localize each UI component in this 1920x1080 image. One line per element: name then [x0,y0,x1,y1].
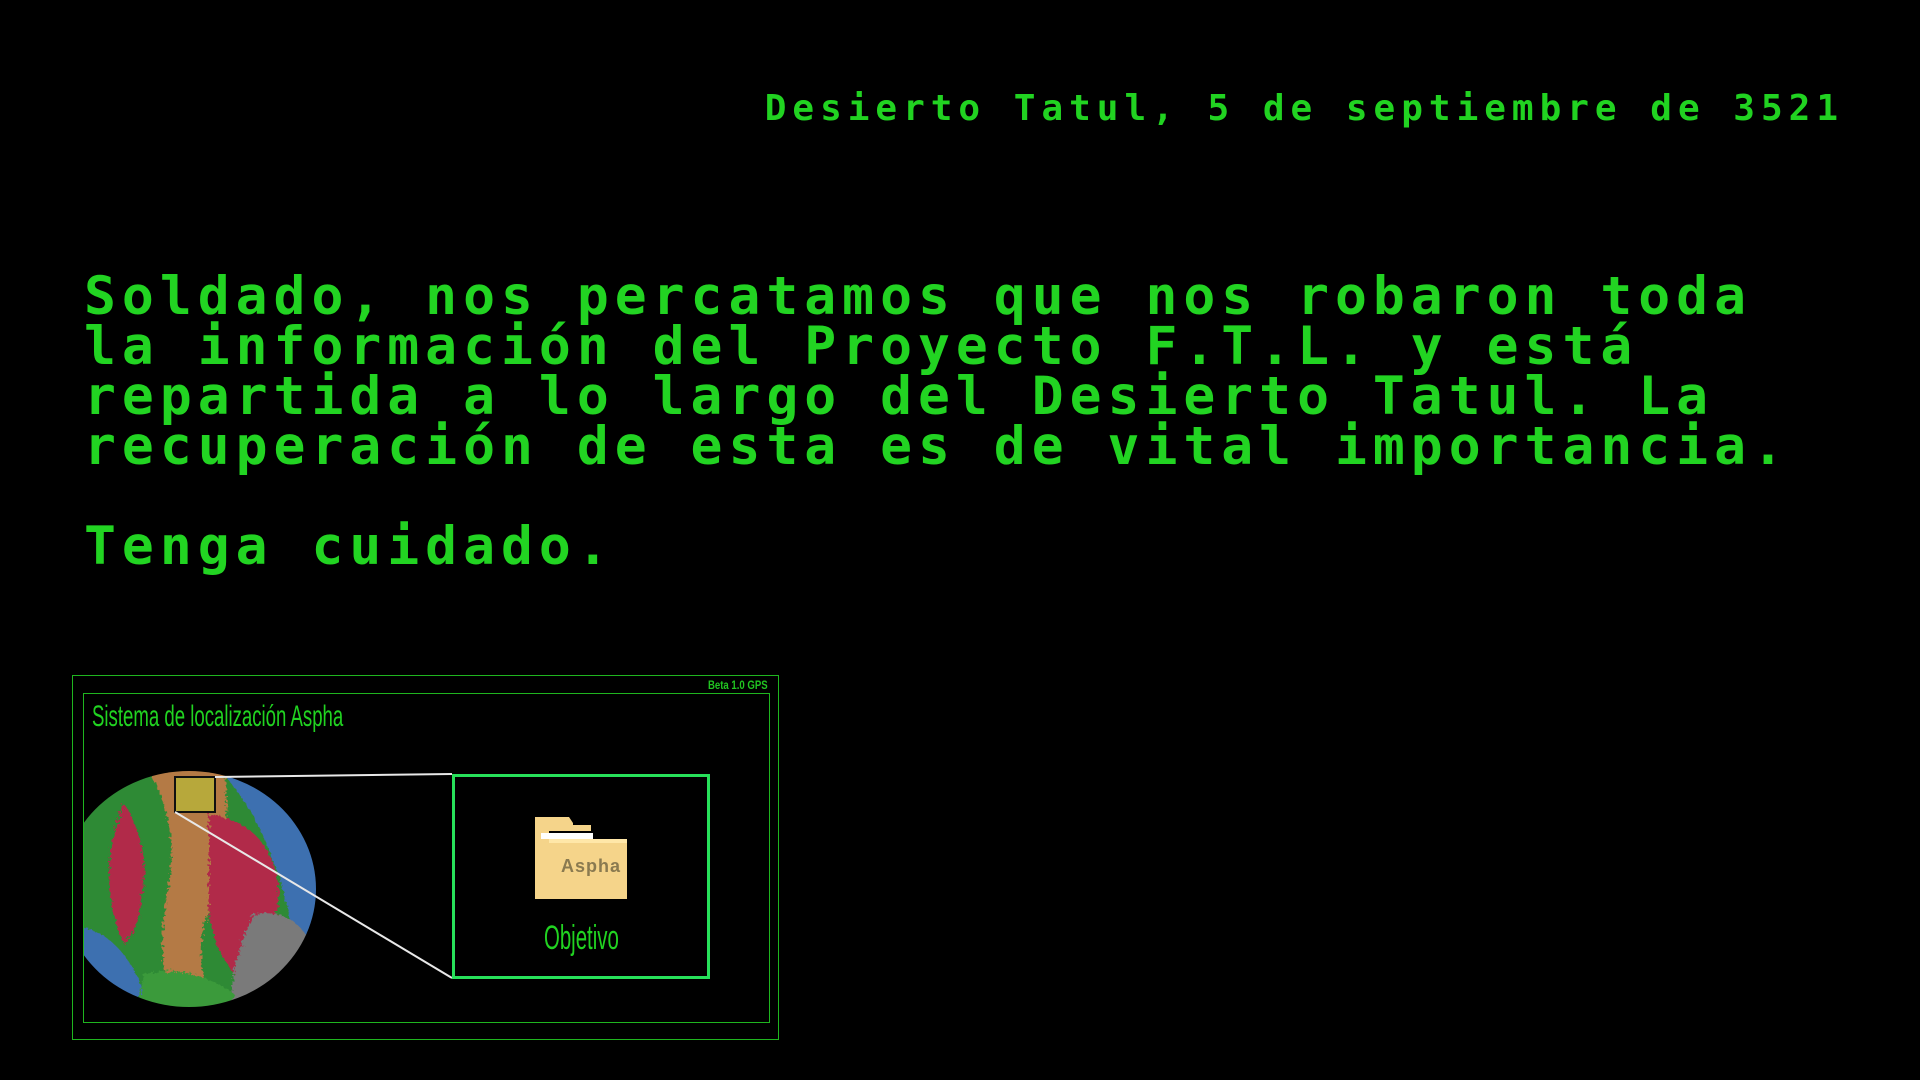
gps-inner-frame: Sistema de localización Aspha Aspha Obje… [83,693,770,1023]
location-date-header: Desierto Tatul, 5 de septiembre de 3521 [764,88,1844,129]
gps-version-label: Beta 1.0 GPS [708,678,768,692]
target-label-text: Objetivo [543,919,619,957]
briefing-message: Soldado, nos percatamos que nos robaron … [84,266,1790,477]
gps-panel: Beta 1.0 GPS Sistema de localización Asp… [72,675,779,1040]
briefing-warning: Tenga cuidado. [84,516,615,577]
folder-label: Aspha [560,856,621,876]
target-window[interactable]: Aspha Objetivo [452,774,710,979]
target-label: Objetivo [455,919,707,958]
mission-briefing: Soldado, nos percatamos que nos robaron … [84,266,1864,577]
folder-icon[interactable]: Aspha [533,815,629,901]
